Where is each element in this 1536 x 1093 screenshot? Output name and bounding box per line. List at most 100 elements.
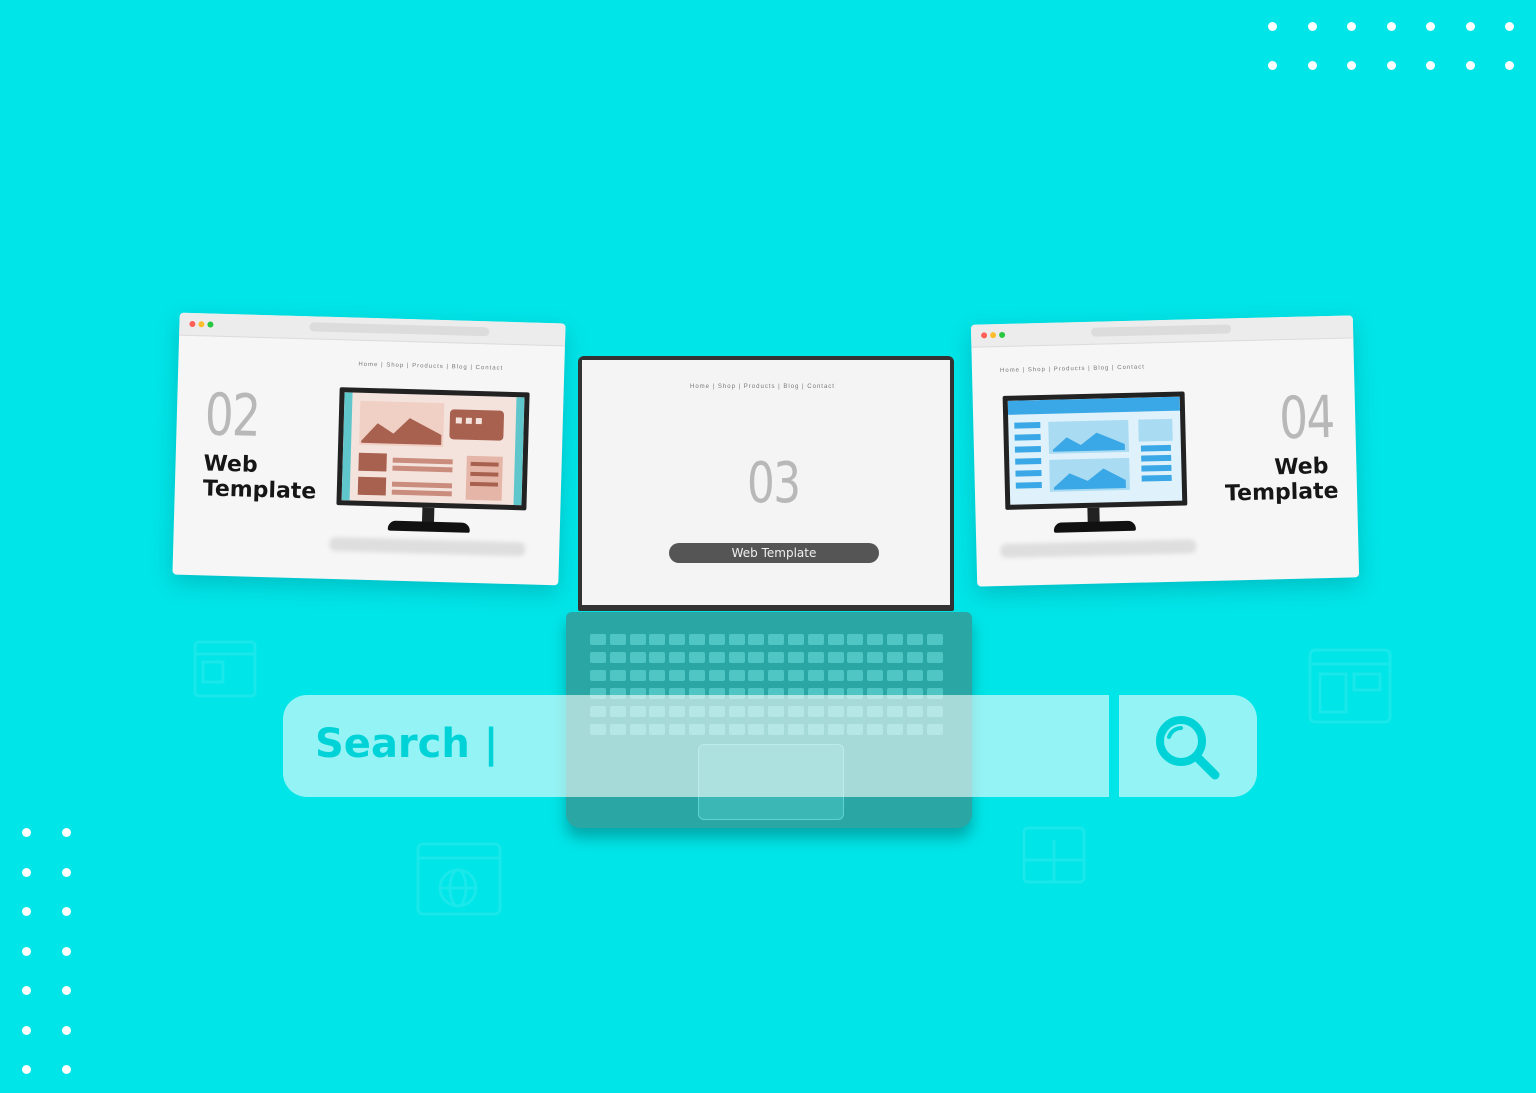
title-line-2: Template bbox=[1224, 478, 1339, 507]
decorative-dot bbox=[1386, 61, 1396, 70]
decorative-dot bbox=[22, 867, 31, 877]
decorative-dot bbox=[1465, 61, 1475, 70]
keyboard-key bbox=[788, 634, 804, 645]
search-input[interactable]: Search | bbox=[283, 695, 1109, 797]
keyboard-key bbox=[926, 652, 943, 663]
laptop-screen: Home | Shop | Products | Blog | Contact … bbox=[578, 356, 954, 611]
decorative-dot bbox=[1347, 61, 1356, 70]
keyboard-key bbox=[867, 634, 884, 645]
keyboard-key bbox=[847, 652, 864, 663]
decorative-dot bbox=[1386, 22, 1396, 31]
nav-links: Home | Shop | Products | Blog | Contact bbox=[358, 361, 504, 372]
address-bar bbox=[1090, 324, 1232, 337]
search-button[interactable] bbox=[1119, 695, 1257, 797]
web-template-pill[interactable]: Web Template bbox=[669, 543, 879, 563]
monitor-base bbox=[387, 520, 470, 533]
decorative-dot bbox=[1426, 22, 1435, 31]
decorative-dot bbox=[62, 907, 71, 916]
title-line-1: Web bbox=[1273, 454, 1329, 481]
decorative-dot bbox=[1268, 22, 1277, 31]
keyboard-key bbox=[887, 652, 903, 663]
template-number: 02 bbox=[203, 380, 261, 450]
website-mockup-illustration bbox=[341, 392, 525, 506]
decorative-dot bbox=[22, 1065, 31, 1074]
keyboard-key bbox=[669, 670, 686, 681]
decorative-dot bbox=[1268, 61, 1277, 70]
keyboard-key bbox=[827, 652, 844, 663]
keyboard-key bbox=[867, 670, 884, 681]
laptop-display[interactable]: Home | Shop | Products | Blog | Contact … bbox=[582, 360, 950, 605]
keyboard-key bbox=[847, 670, 864, 681]
keyboard-key bbox=[728, 670, 745, 681]
keyboard-key bbox=[689, 634, 705, 645]
keyboard-key bbox=[590, 652, 606, 663]
dashboard-mockup-illustration bbox=[1007, 396, 1181, 492]
keyboard-key bbox=[788, 670, 804, 681]
monitor-base bbox=[1053, 520, 1136, 533]
keyboard-key bbox=[590, 634, 606, 645]
keyboard-key bbox=[926, 670, 943, 681]
keyboard-key bbox=[609, 670, 626, 681]
browser-toolbar bbox=[179, 312, 566, 347]
keyboard-key bbox=[827, 634, 844, 645]
template-title: Web Template bbox=[1224, 454, 1339, 507]
maximize-dot-icon bbox=[207, 321, 214, 328]
decorative-dot bbox=[1347, 22, 1356, 31]
keyboard-key bbox=[669, 634, 686, 645]
keyboard-key bbox=[807, 670, 824, 681]
minimize-dot-icon bbox=[198, 321, 205, 328]
keyboard-key bbox=[887, 670, 903, 681]
title-line-2: Template bbox=[202, 476, 317, 505]
keyboard-key bbox=[629, 634, 646, 645]
decorative-dot bbox=[1307, 61, 1317, 70]
globe-window-icon bbox=[416, 842, 502, 916]
decorative-dot bbox=[22, 1025, 31, 1035]
decorative-dot bbox=[1505, 22, 1514, 31]
decorative-dot bbox=[62, 946, 71, 956]
browser-toolbar bbox=[970, 315, 1354, 348]
keyboard-key bbox=[906, 634, 923, 645]
decorative-dot bbox=[62, 867, 71, 877]
decorative-dot bbox=[62, 828, 71, 837]
decorative-dot bbox=[1426, 61, 1435, 70]
monitor-screen bbox=[336, 387, 530, 511]
keyboard-key bbox=[649, 652, 666, 663]
keyboard-key bbox=[649, 634, 666, 645]
monitor-screen bbox=[1002, 391, 1188, 510]
keyboard-key bbox=[708, 652, 725, 663]
keyboard-key bbox=[807, 634, 824, 645]
keyboard-key bbox=[689, 652, 705, 663]
web-template-card-02[interactable]: Home | Shop | Products | Blog | Contact … bbox=[172, 312, 566, 586]
nav-links: Home | Shop | Products | Blog | Contact bbox=[999, 364, 1145, 375]
address-bar bbox=[309, 322, 490, 337]
search-input-text: Search | bbox=[315, 721, 499, 767]
keyboard-key bbox=[847, 634, 864, 645]
keyboard-key bbox=[629, 652, 646, 663]
keyboard-key bbox=[728, 652, 745, 663]
keyboard-key bbox=[768, 634, 785, 645]
decorative-dot bbox=[1465, 22, 1475, 31]
keyboard-key bbox=[609, 634, 626, 645]
keyboard-key bbox=[748, 652, 765, 663]
layout-window-icon bbox=[1308, 648, 1392, 724]
template-number: 04 bbox=[1278, 382, 1335, 453]
template-number: 03 bbox=[747, 451, 801, 516]
minimize-dot-icon bbox=[990, 332, 997, 339]
keyboard-key bbox=[629, 670, 646, 681]
monitor-shadow bbox=[329, 536, 526, 557]
keyboard-key bbox=[887, 634, 903, 645]
decorative-dot bbox=[1505, 61, 1514, 70]
keyboard-key bbox=[609, 652, 626, 663]
web-template-card-04[interactable]: Home | Shop | Products | Blog | Contact … bbox=[970, 315, 1360, 587]
keyboard-key bbox=[669, 652, 686, 663]
maximize-dot-icon bbox=[999, 331, 1006, 339]
close-dot-icon bbox=[981, 332, 988, 339]
keyboard-key bbox=[768, 670, 785, 681]
keyboard-key bbox=[748, 670, 765, 681]
grid-window-icon bbox=[1022, 826, 1086, 884]
monitor-illustration bbox=[1000, 391, 1203, 559]
keyboard-key bbox=[788, 652, 804, 663]
decorative-dot bbox=[22, 986, 31, 995]
keyboard-key bbox=[926, 634, 943, 645]
decorative-dot bbox=[1307, 22, 1317, 31]
